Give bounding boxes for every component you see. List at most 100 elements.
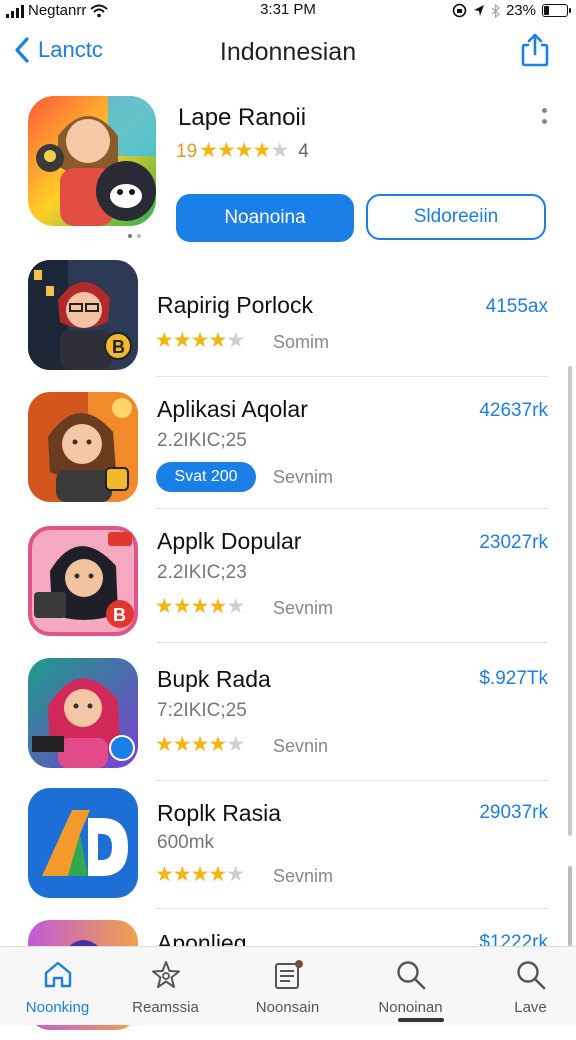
lock-rotation-icon (452, 3, 467, 18)
list-item[interactable]: Aplikasi Aqolar 2.2IKIC;25 Svat 200 Sevn… (0, 382, 576, 512)
tab-search-2[interactable]: Lave (473, 947, 576, 1025)
scrollbar[interactable] (568, 366, 572, 836)
featured-app: Lape Ranoii 19 ★★★★★ 4 Noanoina Sldoreei… (0, 84, 576, 250)
app-price: $.927Tk (479, 668, 548, 689)
featured-rating: 19 ★★★★★ 4 (176, 140, 309, 163)
page-title: Indonnesian (219, 38, 357, 66)
tab-home[interactable]: Noonking (0, 947, 115, 1025)
search-icon (516, 961, 545, 990)
app-category: Sevnim (273, 467, 334, 487)
app-badge[interactable]: Svat 200 (156, 462, 256, 492)
star-icon: ★ (216, 139, 236, 162)
star-icon: ★ (155, 733, 174, 756)
app-price: 4155ax (485, 296, 548, 317)
app-category: Sevnin (273, 736, 329, 756)
app-name: Roplk Rasia (157, 800, 281, 826)
star-icon: ★ (172, 733, 192, 756)
rating-count: 4 (298, 140, 309, 162)
location-icon (473, 5, 484, 16)
list-item[interactable]: B Applk Dopular 2.2IKIC;23 ★ ★ ★ ★ ★ Sevnim … (0, 516, 576, 646)
app-subtitle: 7:2IKIC;25 (157, 700, 247, 721)
star-icon: ★ (208, 863, 227, 886)
star-icon: ★ (155, 595, 174, 618)
app-name: Rapirig Porlock (157, 292, 313, 318)
star-icon: ★ (226, 595, 245, 618)
status-bar: Negtanrr 3:31 PM 23% (0, 0, 576, 22)
star-icon: ★ (234, 139, 254, 162)
star-icon: ★ (208, 595, 227, 618)
share-button[interactable] (520, 32, 550, 73)
star-icon: ★ (208, 733, 227, 756)
share-icon (521, 33, 549, 67)
tab-label: Noonking (25, 999, 90, 1016)
divider (156, 642, 548, 643)
star-icon: ★ (226, 329, 245, 352)
app-name: Bupk Rada (157, 666, 271, 692)
battery-icon (542, 4, 571, 17)
search-icon (396, 961, 425, 990)
tab-search[interactable]: Nonoinan (353, 947, 468, 1025)
svg-text:B: B (113, 605, 126, 625)
app-name: Applk Dopular (157, 528, 302, 554)
secondary-action-button[interactable]: Sldoreeiin (366, 194, 546, 240)
app-subtitle: 2.2IKIC;23 (157, 562, 247, 583)
app-icon (28, 392, 138, 502)
battery-percent: 23% (505, 2, 536, 19)
star-icon: ★ (208, 329, 227, 352)
star-icon: ★ (226, 863, 245, 886)
app-icon: B (28, 260, 138, 370)
tab-label: Noonsain (255, 999, 320, 1016)
app-category: Sevnim (273, 866, 334, 886)
featured-app-name: Lape Ranoii (178, 104, 307, 131)
dot-icon (541, 119, 547, 124)
primary-action-button[interactable]: Noanoina (176, 194, 354, 242)
dot-icon (541, 108, 547, 113)
list-item[interactable]: B Rapirig Porlock ★ ★ ★ ★ ★ Somim 4155ax (0, 250, 576, 380)
app-subtitle: 600mk (157, 832, 215, 853)
more-options-button[interactable] (540, 108, 548, 124)
app-price: 23027rk (479, 532, 548, 553)
star-icon: ★ (172, 329, 192, 352)
app-price: 29037rk (479, 802, 548, 823)
star-icon: ★ (190, 595, 210, 618)
tab-bar: Noonking Reamssia Noonsain Nonoinan Lave (0, 946, 576, 1025)
featured-app-icon[interactable] (28, 96, 156, 226)
tab-news[interactable]: Noonsain (230, 947, 345, 1025)
tab-label: Nonoinan (378, 999, 443, 1016)
list-item[interactable]: Bupk Rada 7:2IKIC;25 ★ ★ ★ ★ ★ Sevnin $.927T… (0, 648, 576, 778)
app-category: Sevnim (273, 598, 334, 618)
tab-label: Lave (514, 999, 547, 1016)
star-rating: ★★★★★ (155, 863, 245, 886)
list-item[interactable]: Roplk Rasia 600mk ★ ★ ★ ★ ★ Sevnim 29037rk (0, 778, 576, 908)
star-rating: ★★★★★ (199, 139, 289, 163)
star-icon: ★ (155, 329, 174, 352)
page-indicator (128, 234, 141, 238)
svg-text:B: B (112, 337, 125, 357)
star-icon: ★ (190, 733, 210, 756)
divider (156, 508, 548, 509)
app-icon (28, 788, 138, 898)
tab-featured[interactable]: Reamssia (108, 947, 223, 1025)
scrollbar-thumb[interactable] (568, 866, 572, 946)
rating-number: 19 (176, 140, 198, 162)
star-rating: ★★★★★ (155, 595, 245, 618)
app-subtitle: 2.2IKIC;25 (157, 430, 247, 451)
app-icon (28, 658, 138, 768)
star-icon: ★ (190, 863, 210, 886)
star-icon: ★ (270, 139, 289, 162)
star-rating: ★★★★★ (155, 733, 245, 756)
news-icon (274, 960, 303, 989)
battery-level (544, 6, 549, 15)
divider (156, 908, 548, 909)
app-category: Somim (273, 332, 330, 352)
star-rating: ★★★★★ (155, 329, 245, 352)
star-icon: ★ (172, 595, 192, 618)
star-icon (151, 961, 180, 988)
star-icon: ★ (155, 863, 174, 886)
tab-label: Reamssia (132, 999, 199, 1016)
divider (156, 376, 548, 377)
app-price: 42637rk (479, 400, 548, 421)
star-icon: ★ (252, 139, 272, 162)
home-icon (44, 961, 71, 988)
home-indicator (398, 1018, 444, 1022)
